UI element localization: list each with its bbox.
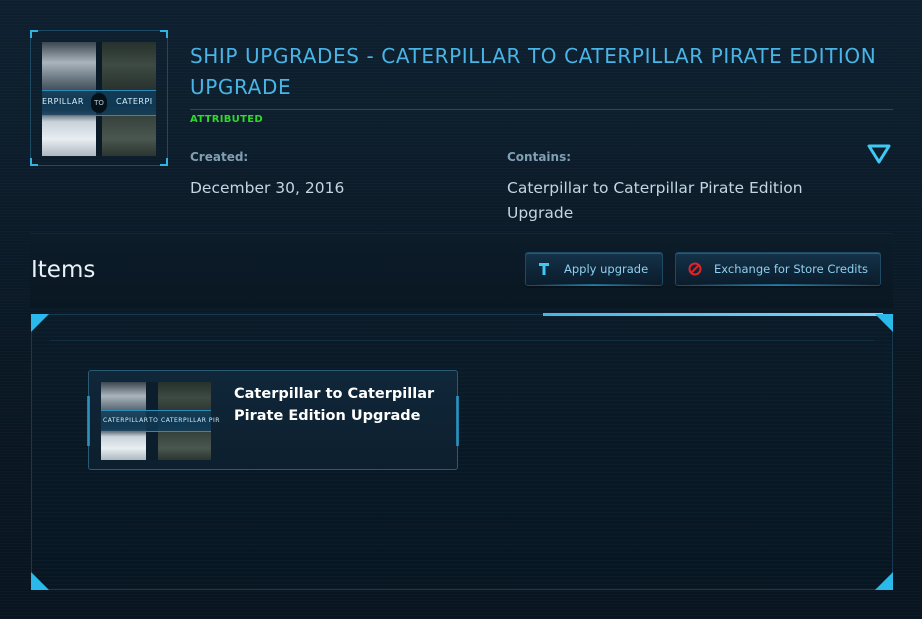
pledge-detail-page: ERPILLAR TO CATERPI SHIP UPGRADES - CATE… — [0, 0, 922, 619]
panel-corner — [875, 572, 893, 590]
exchange-store-credits-button[interactable]: Exchange for Store Credits — [675, 252, 881, 286]
frame-corner — [160, 30, 168, 38]
item-thumbnail: CATERPILLAR TO CATERPILLAR PIR — [101, 382, 219, 460]
pledge-title: SHIP UPGRADES - CATERPILLAR TO CATERPILL… — [190, 44, 877, 99]
frame-corner — [30, 30, 38, 38]
panel-accent-line — [543, 313, 883, 316]
source-ship-label: CATERPILLAR — [103, 417, 149, 424]
frame-corner — [30, 158, 38, 166]
card-glow — [87, 396, 90, 446]
expand-toggle-button[interactable] — [866, 142, 892, 166]
apply-upgrade-button[interactable]: Apply upgrade — [525, 252, 663, 286]
panel-corner — [31, 314, 49, 332]
panel-inner-divider — [50, 340, 874, 341]
wrench-icon — [536, 261, 552, 277]
created-label: Created: — [190, 150, 249, 164]
target-ship-label: CATERPI — [116, 97, 153, 106]
exchange-store-credits-label: Exchange for Store Credits — [714, 262, 868, 276]
item-card[interactable]: CATERPILLAR TO CATERPILLAR PIR Caterpill… — [87, 370, 459, 470]
target-ship-label: CATERPILLAR PIR — [161, 417, 220, 424]
card-glow — [456, 396, 459, 446]
pledge-thumbnail: ERPILLAR TO CATERPI — [30, 30, 168, 166]
contains-label: Contains: — [507, 150, 572, 164]
title-divider — [190, 109, 893, 110]
item-name: Caterpillar to Caterpillar Pirate Editio… — [234, 386, 435, 424]
triangle-down-icon — [867, 144, 891, 164]
button-glow — [684, 284, 872, 286]
to-badge: TO — [91, 93, 107, 113]
contains-value: Caterpillar to Caterpillar Pirate Editio… — [507, 179, 803, 222]
items-heading: Items — [31, 257, 96, 283]
apply-upgrade-label: Apply upgrade — [564, 262, 649, 276]
source-ship-label: ERPILLAR — [42, 97, 84, 106]
panel-corner — [31, 572, 49, 590]
upgrade-image: ERPILLAR TO CATERPI — [42, 42, 156, 156]
status-badge: ATTRIBUTED — [190, 114, 263, 125]
created-value: December 30, 2016 — [190, 179, 345, 197]
frame-corner — [160, 158, 168, 166]
button-glow — [534, 284, 654, 286]
no-entry-icon — [687, 261, 703, 277]
to-label: TO — [149, 417, 159, 424]
panel-corner — [875, 314, 893, 332]
